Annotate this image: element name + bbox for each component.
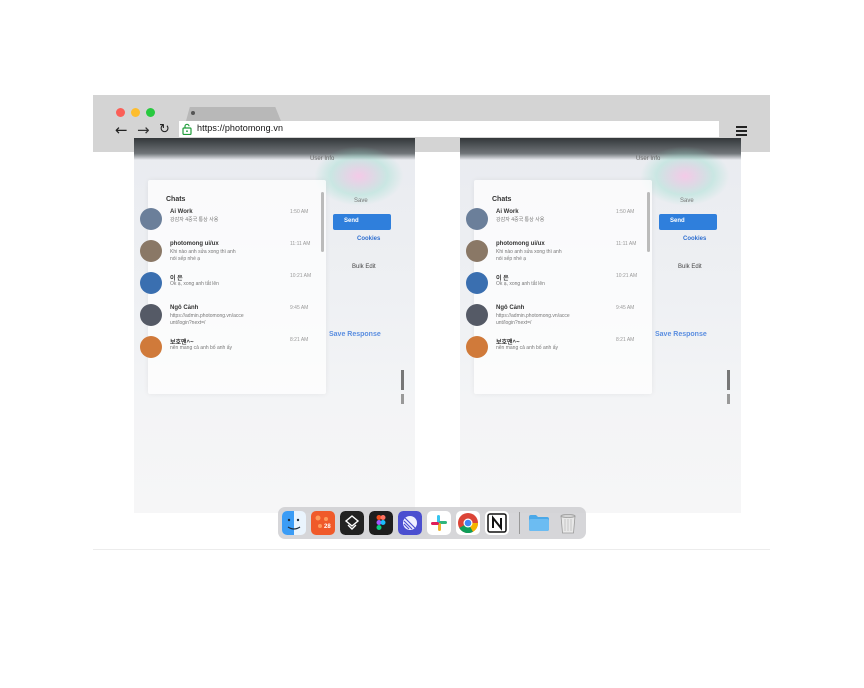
chat-preview: Khi nào anh sửa xong thì anh nói sếp nhé… — [170, 249, 236, 262]
dock: 28 — [278, 507, 586, 539]
chat-list-item: 보호맨^~ nên mang cả anh bố anh ấy 8:21 AM — [140, 336, 320, 366]
header-title: User Info — [636, 156, 661, 162]
forward-button[interactable]: → — [137, 122, 150, 138]
avatar — [140, 208, 162, 230]
address-bar[interactable]: https://photomong.vn — [179, 121, 719, 137]
chat-time: 10:21 AM — [616, 273, 638, 279]
cookies-label: Cookies — [357, 236, 381, 242]
cookies-label: Cookies — [683, 236, 707, 242]
chat-list-item: 이 은 Ok ạ, xong anh tắt lên 10:21 AM — [140, 272, 320, 302]
chat-preview: 강감자 4중국 통상 사용 — [496, 217, 545, 223]
chat-list-item: 보호맨^~ nên mang cả anh bố anh ấy 8:21 AM — [466, 336, 646, 366]
back-button[interactable]: ← — [115, 122, 128, 138]
chat-list-item: photomong ui/ux Khi nào anh sửa xong thì … — [466, 240, 646, 270]
bulk-edit-label: Bulk Edit — [678, 264, 702, 270]
header-title: User Info — [310, 156, 335, 162]
maximize-window-button[interactable] — [146, 108, 155, 117]
chats-title: Chats — [492, 196, 512, 203]
chat-name: photomong ui/ux — [170, 241, 219, 247]
dock-separator — [519, 512, 520, 534]
avatar — [140, 304, 162, 326]
calendar-icon[interactable]: 28 — [311, 511, 335, 535]
chat-preview: Ok ạ, xong anh tắt lên — [496, 281, 545, 287]
chat-time: 9:45 AM — [290, 305, 309, 311]
avatar — [466, 336, 488, 358]
chat-time: 10:21 AM — [290, 273, 312, 279]
save-label: Save — [354, 198, 368, 204]
save-response-label: Save Response — [329, 331, 381, 338]
send-label: Send — [344, 218, 359, 224]
avatar — [140, 240, 162, 262]
scrollbar — [321, 192, 324, 252]
chat-list-item: Ngô Cảnh https://admin.photomong.vn/acce … — [140, 304, 320, 334]
chat-list-item: photomong ui/ux Khi nào anh sửa xong thì … — [140, 240, 320, 270]
figma-icon[interactable] — [369, 511, 393, 535]
close-window-button[interactable] — [116, 108, 125, 117]
browser-tab[interactable] — [186, 107, 281, 121]
chat-list-item: Ngô Cảnh https://admin.photomong.vn/acce … — [466, 304, 646, 334]
divider — [93, 549, 770, 550]
chat-list-item: Ai Work 강감자 4중국 통상 사용 1:50 AM — [466, 208, 646, 238]
avatar — [466, 272, 488, 294]
avatar — [140, 336, 162, 358]
scrollbar — [647, 192, 650, 252]
chat-name: Ngô Cảnh — [496, 305, 525, 311]
chat-preview: nên mang cả anh bố anh ấy — [496, 345, 558, 351]
screenshot-photo-left: User Info Chats Save Send Cookies Bulk E… — [134, 138, 415, 513]
chat-list-item: Ai Work 강감자 4중국 통상 사용 1:50 AM — [140, 208, 320, 238]
chat-preview: https://admin.photomong.vn/acce unt/logi… — [496, 313, 570, 326]
notion-icon[interactable] — [485, 511, 509, 535]
chat-preview: Khi nào anh sửa xong thì anh nói sếp nhé… — [496, 249, 562, 262]
screenshot-photo-right: User Info Chats Save Send Cookies Bulk E… — [460, 138, 741, 513]
chat-time: 11:11 AM — [290, 241, 311, 247]
avatar — [466, 240, 488, 262]
avatar — [140, 272, 162, 294]
avatar — [466, 208, 488, 230]
send-label: Send — [670, 218, 685, 224]
tab-favicon-icon — [191, 111, 195, 115]
sketch-icon[interactable] — [340, 511, 364, 535]
save-response-label: Save Response — [655, 331, 707, 338]
linear-icon[interactable] — [398, 511, 422, 535]
reload-button[interactable]: ↻ — [159, 122, 170, 138]
chat-time: 8:21 AM — [616, 337, 635, 343]
calendar-day-label: 28 — [324, 524, 331, 530]
chat-time: 1:50 AM — [290, 209, 309, 215]
chat-name: Ngô Cảnh — [170, 305, 199, 311]
chat-time: 1:50 AM — [616, 209, 635, 215]
save-label: Save — [680, 198, 694, 204]
chat-time: 8:21 AM — [290, 337, 309, 343]
hamburger-menu-icon[interactable] — [736, 126, 747, 136]
chat-name: Ai Work — [496, 209, 519, 215]
chats-title: Chats — [166, 196, 186, 203]
finder-icon[interactable] — [282, 511, 306, 535]
chat-name: photomong ui/ux — [496, 241, 545, 247]
trash-icon[interactable] — [556, 511, 580, 535]
lock-icon — [182, 123, 192, 135]
slack-icon[interactable] — [427, 511, 451, 535]
chrome-icon[interactable] — [456, 511, 480, 535]
chat-name: Ai Work — [170, 209, 193, 215]
bulk-edit-label: Bulk Edit — [352, 264, 376, 270]
chat-preview: nên mang cả anh bố anh ấy — [170, 345, 232, 351]
chat-time: 11:11 AM — [616, 241, 637, 247]
chat-preview: 강감자 4중국 통상 사용 — [170, 217, 219, 223]
avatar — [466, 304, 488, 326]
folder-icon[interactable] — [527, 511, 551, 535]
send-button — [659, 214, 717, 230]
chat-preview: https://admin.photomong.vn/acce unt/logi… — [170, 313, 244, 326]
chat-preview: Ok ạ, xong anh tắt lên — [170, 281, 219, 287]
chat-list-item: 이 은 Ok ạ, xong anh tắt lên 10:21 AM — [466, 272, 646, 302]
minimize-window-button[interactable] — [131, 108, 140, 117]
send-button — [333, 214, 391, 230]
url-text: https://photomong.vn — [197, 123, 284, 133]
chat-time: 9:45 AM — [616, 305, 635, 311]
